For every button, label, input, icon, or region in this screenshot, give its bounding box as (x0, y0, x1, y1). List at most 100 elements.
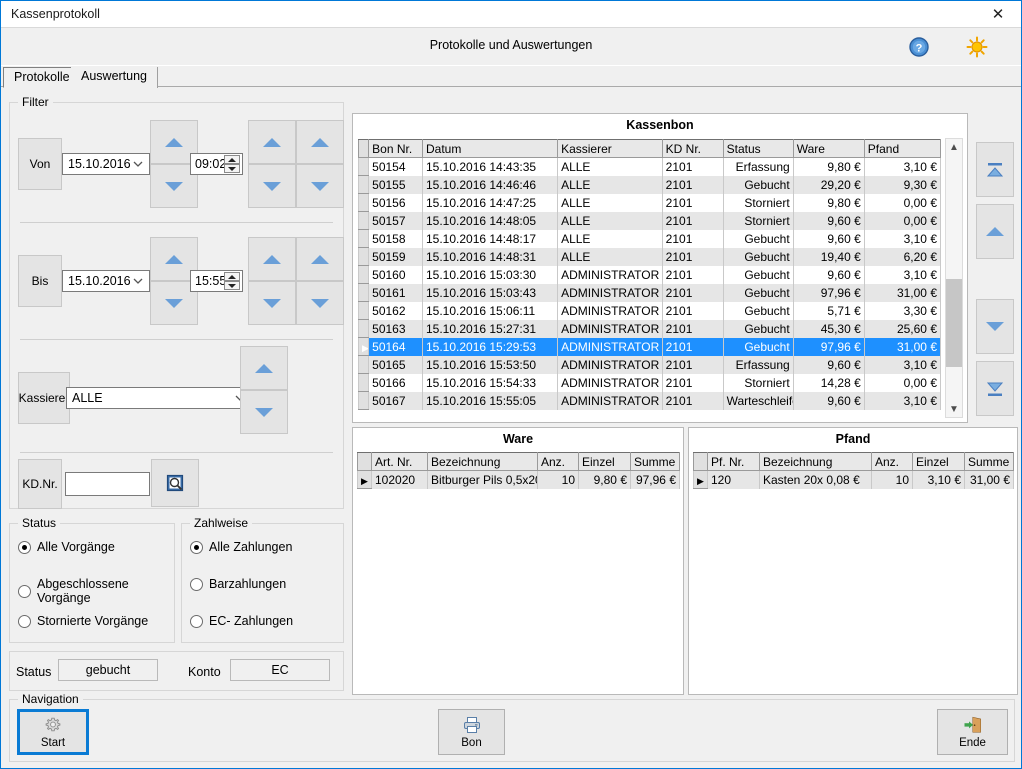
bis-time-up-button[interactable] (224, 272, 240, 281)
column-header-kassierer[interactable]: Kassierer (557, 139, 663, 158)
row-selector-cell[interactable] (358, 373, 370, 392)
table-row[interactable]: 50160 15.10.2016 15:03:30 ADMINISTRATOR 210… (358, 265, 941, 284)
column-header-summe[interactable]: Summe (964, 452, 1014, 471)
bis-minute-down-button[interactable] (296, 281, 344, 325)
cell-anz: 10 (871, 470, 913, 489)
ende-button[interactable]: Ende (937, 709, 1008, 755)
kassierer-down-button[interactable] (240, 390, 288, 434)
row-selector-cell[interactable] (358, 355, 370, 374)
table-row[interactable]: 50167 15.10.2016 15:55:05 ADMINISTRATOR 210… (358, 391, 941, 410)
radio-abgeschlossene-vorgaenge[interactable]: Abgeschlossene Vorgänge (18, 577, 174, 605)
bis-time-spin-buttons[interactable] (224, 272, 240, 290)
column-header-pfand[interactable]: Pfand (863, 139, 941, 158)
table-row[interactable]: 50166 15.10.2016 15:54:33 ADMINISTRATOR 210… (358, 373, 941, 392)
row-selector-cell[interactable] (358, 265, 370, 284)
pfand-grid[interactable]: Pf. Nr. Bezeichnung Anz. Einzel Summe ▶ 120 Ka… (693, 452, 1014, 489)
column-header-anz[interactable]: Anz. (537, 452, 579, 471)
table-row[interactable]: 50162 15.10.2016 15:06:11 ADMINISTRATOR 210… (358, 301, 941, 320)
next-record-button[interactable] (976, 299, 1014, 354)
column-header-art-nr[interactable]: Art. Nr. (371, 452, 428, 471)
row-selector-cell[interactable] (358, 229, 370, 248)
row-selector-cell[interactable]: ▶ (357, 470, 372, 489)
cell-bon: 50159 (368, 247, 423, 266)
kassenbon-grid[interactable]: Bon Nr. Datum Kassierer KD Nr. Status Ware Pfa… (357, 138, 942, 418)
row-selector-cell[interactable] (358, 319, 370, 338)
scrollbar-thumb[interactable] (946, 279, 962, 367)
bis-hour-down-button[interactable] (248, 281, 296, 325)
row-selector-cell[interactable] (358, 175, 370, 194)
radio-stornierte-vorgaenge[interactable]: Stornierte Vorgänge (18, 614, 148, 628)
sun-icon[interactable] (966, 36, 988, 58)
kassierer-combo[interactable]: ALLE (66, 387, 252, 409)
table-row[interactable]: 50155 15.10.2016 14:46:46 ALLE 2101 Gebucht 2… (358, 175, 941, 194)
row-selector-cell[interactable] (358, 157, 370, 176)
row-selector-cell[interactable] (358, 283, 370, 302)
table-row[interactable]: 50154 15.10.2016 14:43:35 ALLE 2101 Erfassun… (358, 157, 941, 176)
von-minute-down-button[interactable] (296, 164, 344, 208)
von-hour-up-button[interactable] (248, 120, 296, 164)
kassierer-up-button[interactable] (240, 346, 288, 390)
row-selector-cell[interactable] (358, 247, 370, 266)
first-record-button[interactable] (976, 142, 1014, 197)
table-row[interactable]: ▶ 50164 15.10.2016 15:29:53 ADMINISTRATOR 21… (358, 337, 941, 356)
table-row[interactable]: 50161 15.10.2016 15:03:43 ADMINISTRATOR 210… (358, 283, 941, 302)
row-selector-cell[interactable] (358, 211, 370, 230)
column-header-bon-nr[interactable]: Bon Nr. (368, 139, 423, 158)
von-time-spinner[interactable]: 09:02 (190, 153, 243, 175)
table-row[interactable]: 50163 15.10.2016 15:27:31 ADMINISTRATOR 210… (358, 319, 941, 338)
column-header-ware[interactable]: Ware (792, 139, 865, 158)
column-header-summe[interactable]: Summe (630, 452, 680, 471)
table-row[interactable]: 50156 15.10.2016 14:47:25 ALLE 2101 Stornier… (358, 193, 941, 212)
close-icon[interactable]: ✕ (975, 1, 1021, 27)
column-header-einzel[interactable]: Einzel (912, 452, 965, 471)
von-date-combo[interactable]: 15.10.2016 (62, 153, 150, 175)
bis-date-combo[interactable]: 15.10.2016 (62, 270, 150, 292)
table-row[interactable]: ▶ 102020 Bitburger Pils 0,5x20 10 9,80 €97,9… (357, 470, 680, 489)
kdnr-input[interactable] (65, 472, 150, 496)
kassenbon-vertical-scrollbar[interactable]: ▲ ▼ (945, 138, 963, 418)
bis-minute-up-button[interactable] (296, 237, 344, 281)
scroll-down-icon[interactable]: ▼ (946, 401, 962, 417)
bis-time-spinner[interactable]: 15:55 (190, 270, 243, 292)
column-header-anz[interactable]: Anz. (871, 452, 913, 471)
von-time-down-button[interactable] (224, 164, 240, 173)
table-row[interactable]: 50157 15.10.2016 14:48:05 ALLE 2101 Stornier… (358, 211, 941, 230)
prev-record-button[interactable] (976, 204, 1014, 259)
radio-alle-vorgaenge[interactable]: Alle Vorgänge (18, 540, 115, 554)
tab-auswertung[interactable]: Auswertung (71, 67, 159, 88)
table-row[interactable]: ▶ 120 Kasten 20x 0,08 €10 3,10 €31,00 € (693, 470, 1014, 489)
last-record-button[interactable] (976, 361, 1014, 416)
row-selector-cell[interactable] (358, 301, 370, 320)
row-selector-cell[interactable]: ▶ (693, 470, 708, 489)
column-header-einzel[interactable]: Einzel (578, 452, 631, 471)
column-header-kd-nr[interactable]: KD Nr. (661, 139, 724, 158)
table-row[interactable]: 50158 15.10.2016 14:48:17 ALLE 2101 Gebucht 9… (358, 229, 941, 248)
help-circle-icon[interactable]: ? (908, 36, 930, 58)
table-row[interactable]: 50165 15.10.2016 15:53:50 ADMINISTRATOR 210… (358, 355, 941, 374)
column-header-datum[interactable]: Datum (421, 139, 559, 158)
radio-barzahlungen[interactable]: Barzahlungen (190, 577, 286, 591)
bis-hour-up-button[interactable] (248, 237, 296, 281)
radio-ec-zahlungen[interactable]: EC- Zahlungen (190, 614, 293, 628)
column-header-pf-nr[interactable]: Pf. Nr. (707, 452, 760, 471)
column-header-bezeichnung[interactable]: Bezeichnung (759, 452, 872, 471)
von-time-up-button[interactable] (224, 155, 240, 164)
row-selector-cell[interactable]: ▶ (358, 337, 370, 356)
bon-button[interactable]: Bon (438, 709, 505, 755)
von-minute-up-button[interactable] (296, 120, 344, 164)
scroll-up-icon[interactable]: ▲ (946, 139, 962, 155)
von-time-spin-buttons[interactable] (224, 155, 240, 173)
column-header-bezeichnung[interactable]: Bezeichnung (427, 452, 538, 471)
kdnr-search-button[interactable] (151, 459, 199, 507)
row-selector-cell[interactable] (358, 391, 370, 410)
start-button[interactable]: Start (17, 709, 89, 755)
tab-protokolle[interactable]: Protokolle (3, 67, 81, 88)
column-header-status[interactable]: Status (722, 139, 794, 158)
cell-kdnr: 2101 (661, 391, 724, 410)
table-row[interactable]: 50159 15.10.2016 14:48:31 ALLE 2101 Gebucht 1… (358, 247, 941, 266)
radio-alle-zahlungen[interactable]: Alle Zahlungen (190, 540, 292, 554)
row-selector-cell[interactable] (358, 193, 370, 212)
bis-time-down-button[interactable] (224, 281, 240, 290)
ware-grid[interactable]: Art. Nr. Bezeichnung Anz. Einzel Summe ▶ 1020… (357, 452, 680, 489)
von-hour-down-button[interactable] (248, 164, 296, 208)
